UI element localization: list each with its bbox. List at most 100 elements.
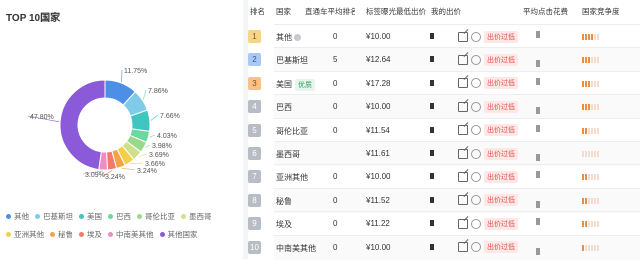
country-name: 美国优质 <box>276 79 315 91</box>
rank-badge: 5 <box>248 124 261 137</box>
bid-toggle-radio[interactable] <box>471 219 481 229</box>
table-row[interactable]: 2巴基斯坦5¥12.64出价过低 <box>274 47 640 72</box>
legend-item-1[interactable]: 其他 <box>6 211 29 222</box>
country-name: 中南美其他 <box>276 243 316 254</box>
leader-line-5 <box>145 145 150 148</box>
leader-line-3 <box>151 115 158 120</box>
table-row[interactable]: 9埃及0¥11.22出价过低 <box>274 211 640 236</box>
legend-item-3[interactable]: 美国 <box>79 211 102 222</box>
my-bid-controls: 出价过低 <box>458 124 518 137</box>
legend-item-4[interactable]: 巴西 <box>108 211 131 222</box>
bid-too-low-badge[interactable]: 出价过低 <box>484 77 518 89</box>
bid-toggle-radio[interactable] <box>471 242 481 252</box>
legend-item-6[interactable]: 墨西哥 <box>181 211 212 222</box>
my-bid-controls: 出价过低 <box>458 30 518 43</box>
table-row[interactable]: 7亚洲其他0¥10.00出价过低 <box>274 164 640 189</box>
bid-toggle-radio[interactable] <box>471 149 481 159</box>
competition-segment <box>582 174 584 180</box>
legend-item-7[interactable]: 亚洲其他 <box>6 229 44 240</box>
table-row[interactable]: 1其他0¥10.00出价过低 <box>274 24 640 49</box>
slice-label-11: 47.80% <box>30 114 54 121</box>
bid-toggle-radio[interactable] <box>471 172 481 182</box>
bid-too-low-badge[interactable]: 出价过低 <box>484 101 518 113</box>
competition-segment <box>588 151 590 157</box>
min-bid-value: ¥10.00 <box>366 243 390 252</box>
rank-badge: 3 <box>248 77 261 90</box>
edit-icon[interactable] <box>458 125 468 135</box>
header-rank: 排名 <box>250 6 265 17</box>
bid-too-low-badge[interactable]: 出价过低 <box>484 171 518 183</box>
table-row[interactable]: 4巴西0¥10.00出价过低 <box>274 94 640 119</box>
min-bid-value: ¥11.52 <box>366 196 390 205</box>
competition-segment <box>591 245 593 251</box>
competition-segment <box>591 104 593 110</box>
legend-item-5[interactable]: 哥伦比亚 <box>137 211 175 222</box>
bid-toggle-radio[interactable] <box>471 195 481 205</box>
bid-too-low-badge[interactable]: 出价过低 <box>484 31 518 43</box>
competition-segment <box>588 174 590 180</box>
avg-rank-value: 0 <box>333 243 337 252</box>
bid-too-low-badge[interactable]: 出价过低 <box>484 194 518 206</box>
bid-toggle-radio[interactable] <box>471 78 481 88</box>
redacted-bid-value <box>430 56 434 62</box>
table-row[interactable]: 8秘鲁0¥11.52出价过低 <box>274 188 640 213</box>
edit-icon[interactable] <box>458 149 468 159</box>
redacted-avg-cost <box>536 78 540 85</box>
bid-too-low-badge[interactable]: 出价过低 <box>484 218 518 230</box>
header-avg-rank: 直通车平均排名 <box>305 6 355 17</box>
bid-toggle-radio[interactable] <box>471 55 481 65</box>
competition-segment <box>591 34 593 40</box>
avg-rank-value: 0 <box>333 219 337 228</box>
chart-legend: 其他巴基斯坦 美国巴西哥伦比亚墨西哥亚洲其他秘鲁埃及中南美其他其他国家 <box>6 211 241 247</box>
donut-slice-11[interactable] <box>60 80 105 170</box>
bid-too-low-badge[interactable]: 出价过低 <box>484 124 518 136</box>
avg-rank-value: 0 <box>333 172 337 181</box>
table-row[interactable]: 6墨西哥¥11.61出价过低 <box>274 141 640 166</box>
competition-segment <box>597 81 599 87</box>
legend-swatch <box>35 214 40 219</box>
edit-icon[interactable] <box>458 195 468 205</box>
edit-icon[interactable] <box>458 172 468 182</box>
my-bid-controls: 出价过低 <box>458 77 518 90</box>
legend-item-9[interactable]: 埃及 <box>79 229 102 240</box>
legend-swatch <box>108 214 113 219</box>
bid-toggle-radio[interactable] <box>471 125 481 135</box>
slice-label-6: 3.69% <box>149 152 169 159</box>
edit-icon[interactable] <box>458 242 468 252</box>
edit-icon[interactable] <box>458 32 468 42</box>
legend-label: 美国 <box>87 211 102 222</box>
table-row[interactable]: 10中南美其他0¥10.00出价过低 <box>274 235 640 260</box>
my-bid-controls: 出价过低 <box>458 217 518 230</box>
my-bid-controls: 出价过低 <box>458 241 518 254</box>
country-name: 亚洲其他 <box>276 172 308 183</box>
slice-label-7: 3.66% <box>145 161 165 168</box>
redacted-avg-cost <box>536 201 540 208</box>
table-row[interactable]: 5哥伦比亚0¥11.54出价过低 <box>274 118 640 143</box>
min-bid-value: ¥11.61 <box>366 149 390 158</box>
competition-segment <box>597 128 599 134</box>
help-icon[interactable] <box>294 34 301 41</box>
edit-icon[interactable] <box>458 219 468 229</box>
avg-rank-value: 5 <box>333 55 337 64</box>
legend-item-8[interactable]: 秘鲁 <box>50 229 73 240</box>
table-row[interactable]: 3美国优质0¥17.28出价过低 <box>274 71 640 96</box>
edit-icon[interactable] <box>458 55 468 65</box>
legend-item-2[interactable]: 巴基斯坦 <box>35 211 73 222</box>
bid-toggle-radio[interactable] <box>471 102 481 112</box>
bid-toggle-radio[interactable] <box>471 32 481 42</box>
legend-item-11[interactable]: 其他国家 <box>160 229 198 240</box>
avg-rank-value: 0 <box>333 196 337 205</box>
legend-item-10[interactable]: 中南美其他 <box>108 229 154 240</box>
rank-badge: 8 <box>248 194 261 207</box>
bid-too-low-badge[interactable]: 出价过低 <box>484 148 518 160</box>
legend-swatch <box>79 232 84 237</box>
bid-too-low-badge[interactable]: 出价过低 <box>484 54 518 66</box>
edit-icon[interactable] <box>458 78 468 88</box>
competition-segment <box>597 57 599 63</box>
bid-too-low-badge[interactable]: 出价过低 <box>484 241 518 253</box>
country-name: 其他 <box>276 32 301 43</box>
edit-icon[interactable] <box>458 102 468 112</box>
redacted-bid-value <box>430 197 434 203</box>
competition-segment <box>594 57 596 63</box>
country-ranking-panel: TOP 10国家 11.75%7.86%7.66%4.03%3.98%3.69%… <box>0 0 640 259</box>
